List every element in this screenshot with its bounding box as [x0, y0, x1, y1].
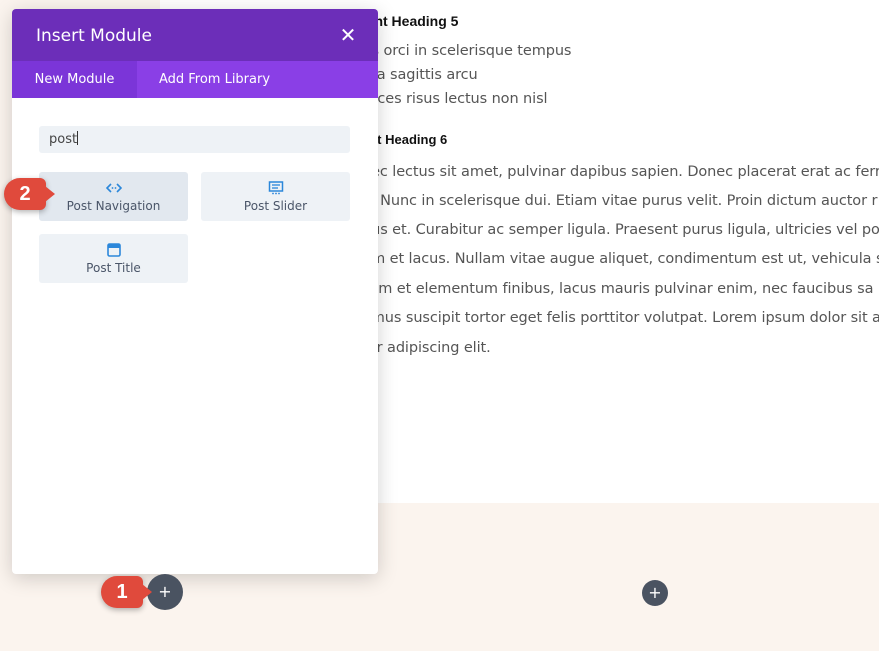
module-label: Post Navigation	[66, 199, 161, 213]
add-module-button[interactable]: +	[642, 580, 668, 606]
text-caret	[77, 131, 79, 145]
dialog-title: Insert Module	[36, 26, 152, 46]
plus-icon: +	[158, 582, 172, 601]
list-item: trices risus lectus non nisl	[362, 91, 548, 107]
close-icon[interactable]: ✕	[336, 23, 360, 47]
dialog-header: Insert Module ✕	[12, 9, 378, 61]
search-value: post	[49, 132, 78, 147]
module-label: Post Title	[86, 261, 141, 275]
module-post-slider[interactable]: Post Slider	[201, 172, 350, 221]
list-item: rna sagittis arcu	[362, 67, 478, 83]
paragraph-line: nec lectus sit amet, pulvinar dapibus sa…	[362, 164, 879, 180]
module-post-navigation[interactable]: Post Navigation	[39, 172, 188, 221]
paragraph-line: tur adipiscing elit.	[362, 340, 491, 356]
paragraph-line: um et lacus. Nullam vitae augue aliquet,…	[362, 251, 879, 267]
insert-module-dialog: Insert Module ✕ New Module Add From Libr…	[12, 9, 378, 574]
list-item: tis orci in scelerisque tempus	[362, 43, 572, 59]
step-2-badge: 2	[4, 178, 55, 210]
add-module-button[interactable]: +	[147, 574, 183, 610]
plus-icon: +	[648, 583, 662, 602]
paragraph-line: n. Nunc in scelerisque dui. Etiam vitae …	[362, 193, 878, 209]
tab-new-module[interactable]: New Module	[12, 61, 137, 98]
paragraph-line: amus suscipit tortor eget felis porttito…	[362, 310, 879, 326]
module-search-input[interactable]: post	[39, 126, 350, 153]
step-1-badge: 1	[101, 576, 152, 608]
title-icon	[39, 243, 188, 257]
paragraph-line: sem et elementum finibus, lacus mauris p…	[362, 281, 874, 297]
slider-icon	[201, 181, 350, 195]
tab-add-from-library[interactable]: Add From Library	[137, 61, 292, 98]
code-brackets-icon	[39, 181, 188, 195]
module-label: Post Slider	[243, 199, 308, 213]
paragraph-line: pus et. Curabitur ac semper ligula. Prae…	[362, 222, 879, 238]
dialog-tabs: New Module Add From Library	[12, 61, 378, 98]
module-post-title[interactable]: Post Title	[39, 234, 188, 283]
